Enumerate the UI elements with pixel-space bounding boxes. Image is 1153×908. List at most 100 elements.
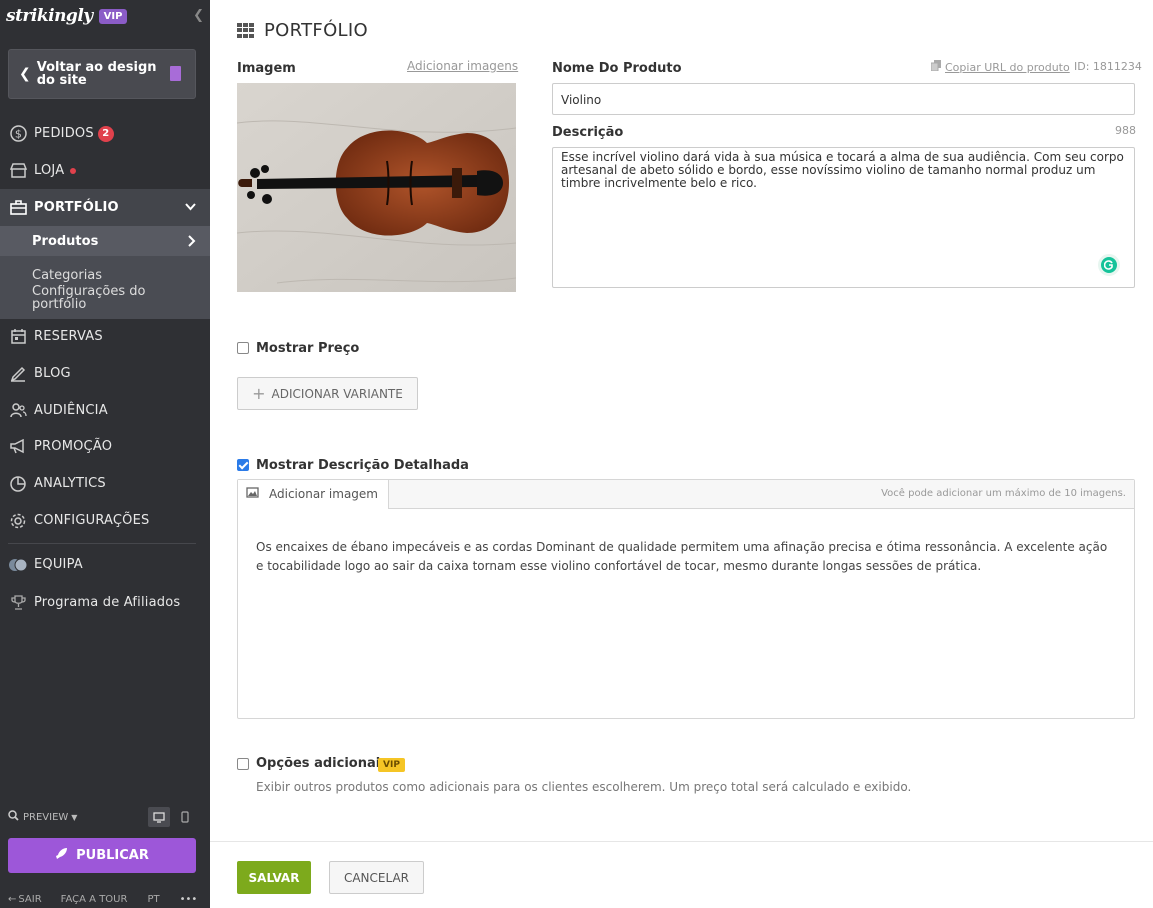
calendar-icon xyxy=(9,328,27,346)
show-detailed-description-label: Mostrar Descrição Detalhada xyxy=(256,458,469,473)
detailed-description-editor[interactable]: Adicionar imagem Você pode adicionar um … xyxy=(237,479,1135,719)
sidebar: strikingly VIP ❮ ❮ Voltar ao design do s… xyxy=(0,0,210,908)
nav-promocao[interactable]: PROMOÇÃO xyxy=(0,428,210,465)
language-link[interactable]: PT xyxy=(147,894,159,905)
save-button[interactable]: SALVAR xyxy=(237,861,311,894)
vip-badge: VIP xyxy=(98,8,128,24)
publish-button[interactable]: PUBLICAR xyxy=(8,838,196,873)
page-title-text: PORTFÓLIO xyxy=(264,20,368,41)
product-name-input[interactable]: Violino xyxy=(552,83,1135,115)
pie-chart-icon xyxy=(9,475,27,493)
svg-text:$: $ xyxy=(14,128,21,141)
sub-item-categorias[interactable]: Categorias xyxy=(0,256,210,283)
collapse-sidebar-icon[interactable]: ❮ xyxy=(193,8,204,23)
nav-portfolio-label: PORTFÓLIO xyxy=(34,200,119,215)
nav-pedidos[interactable]: $ PEDIDOS 2 xyxy=(0,115,210,152)
product-id: ID: 1811234 xyxy=(1074,60,1142,73)
pen-icon xyxy=(9,365,27,383)
detailed-description-text[interactable]: Os encaixes de ébano impecáveis e as cor… xyxy=(238,509,1134,605)
nav-portfolio[interactable]: PORTFÓLIO xyxy=(0,189,210,226)
preview-dropdown[interactable]: PREVIEW xyxy=(23,812,68,823)
nav-afiliados[interactable]: Programa de Afiliados xyxy=(0,584,210,621)
orders-count-badge: 2 xyxy=(97,125,114,142)
tour-link[interactable]: FAÇA A TOUR xyxy=(61,894,128,905)
show-detailed-description-checkbox[interactable] xyxy=(237,459,249,471)
image-label: Imagem xyxy=(237,61,296,76)
description-char-count: 988 xyxy=(1115,124,1136,137)
sub-item-categorias-label: Categorias xyxy=(32,268,103,283)
sub-item-config-portfolio[interactable]: Configurações do portfólio xyxy=(0,283,210,313)
add-images-link[interactable]: Adicionar imagens xyxy=(407,59,518,73)
editor-toolbar: Adicionar imagem Você pode adicionar um … xyxy=(238,479,1134,509)
nav-analytics-label: ANALYTICS xyxy=(34,476,106,491)
team-avatars-icon xyxy=(9,556,27,574)
image-icon xyxy=(246,487,259,501)
store-icon xyxy=(9,162,27,180)
nav-afiliados-label: Programa de Afiliados xyxy=(34,595,181,610)
desktop-icon xyxy=(153,811,165,823)
store-notification-dot xyxy=(70,167,77,174)
caret-down-icon: ▼ xyxy=(71,812,78,822)
nav-equipa[interactable]: EQUIPA xyxy=(0,546,210,583)
nav-promocao-label: PROMOÇÃO xyxy=(34,439,113,454)
more-options-icon[interactable]: ••• xyxy=(180,894,198,905)
add-variant-button[interactable]: + ADICIONAR VARIANTE xyxy=(237,377,418,410)
extra-options-checkbox[interactable] xyxy=(237,758,249,770)
page-title: PORTFÓLIO xyxy=(237,20,368,41)
nav-blog[interactable]: BLOG xyxy=(0,355,210,392)
product-image[interactable] xyxy=(237,83,516,292)
rocket-icon xyxy=(55,847,68,864)
sub-item-config-portfolio-label: Configurações do portfólio xyxy=(32,284,146,312)
copy-icon xyxy=(930,60,941,74)
nav-reservas[interactable]: RESERVAS xyxy=(0,318,210,355)
chevron-right-icon xyxy=(188,235,196,251)
description-label: Descrição xyxy=(552,125,624,140)
nav-analytics[interactable]: ANALYTICS xyxy=(0,465,210,502)
briefcase-icon xyxy=(9,199,27,217)
grid-icon xyxy=(237,22,255,39)
chevron-down-icon xyxy=(185,200,196,215)
nav-pedidos-label: PEDIDOS xyxy=(34,126,94,141)
exit-arrow-icon: ← xyxy=(8,893,17,905)
nav-configuracoes[interactable]: CONFIGURAÇÕES xyxy=(0,502,210,539)
main-content: PORTFÓLIO Imagem Adicionar imagens Nome … xyxy=(210,0,1153,908)
gear-icon xyxy=(9,512,27,530)
plus-icon: + xyxy=(252,384,266,403)
back-button-label: Voltar ao design do site xyxy=(36,60,157,88)
violin-image xyxy=(237,83,516,292)
sub-item-produtos-label: Produtos xyxy=(32,233,99,249)
bottom-action-bar: SALVAR CANCELAR xyxy=(210,841,1153,908)
show-price-checkbox[interactable] xyxy=(237,342,249,354)
description-textarea[interactable]: Esse incrível violino dará vida à sua mú… xyxy=(552,147,1135,288)
nav-configuracoes-label: CONFIGURAÇÕES xyxy=(34,513,150,528)
strikingly-logo[interactable]: strikingly xyxy=(6,6,93,26)
exit-link[interactable]: ← SAIR xyxy=(8,894,42,905)
add-image-button[interactable]: Adicionar imagem xyxy=(238,479,389,509)
megaphone-icon xyxy=(9,438,27,456)
add-image-label: Adicionar imagem xyxy=(269,487,378,501)
show-price-label: Mostrar Preço xyxy=(256,341,360,356)
dollar-circle-icon: $ xyxy=(9,125,27,143)
nav-reservas-label: RESERVAS xyxy=(34,329,103,344)
mobile-view-button[interactable] xyxy=(174,807,196,827)
add-variant-label: ADICIONAR VARIANTE xyxy=(271,386,403,401)
nav-audiencia-label: AUDIÊNCIA xyxy=(34,403,108,418)
nav-loja-label: LOJA xyxy=(34,163,65,178)
exit-label: SAIR xyxy=(18,893,42,905)
product-name-label: Nome Do Produto xyxy=(552,61,682,76)
search-icon xyxy=(8,810,19,824)
nav-audiencia[interactable]: AUDIÊNCIA xyxy=(0,392,210,429)
back-to-site-design-button[interactable]: ❮ Voltar ao design do site xyxy=(8,49,196,99)
nav-loja[interactable]: LOJA xyxy=(0,152,210,189)
nav-equipa-label: EQUIPA xyxy=(34,557,83,572)
mobile-icon xyxy=(181,811,189,823)
max-images-hint: Você pode adicionar um máximo de 10 imag… xyxy=(881,488,1126,499)
publish-label: PUBLICAR xyxy=(76,848,149,863)
grammarly-icon[interactable] xyxy=(1098,254,1120,276)
page-doc-icon xyxy=(170,66,181,81)
desktop-view-button[interactable] xyxy=(148,807,170,827)
extra-options-vip-badge: VIP xyxy=(378,758,405,772)
copy-url-link[interactable]: Copiar URL do produto xyxy=(930,60,1070,74)
sub-item-produtos[interactable]: Produtos xyxy=(0,226,210,256)
cancel-button[interactable]: CANCELAR xyxy=(329,861,424,894)
